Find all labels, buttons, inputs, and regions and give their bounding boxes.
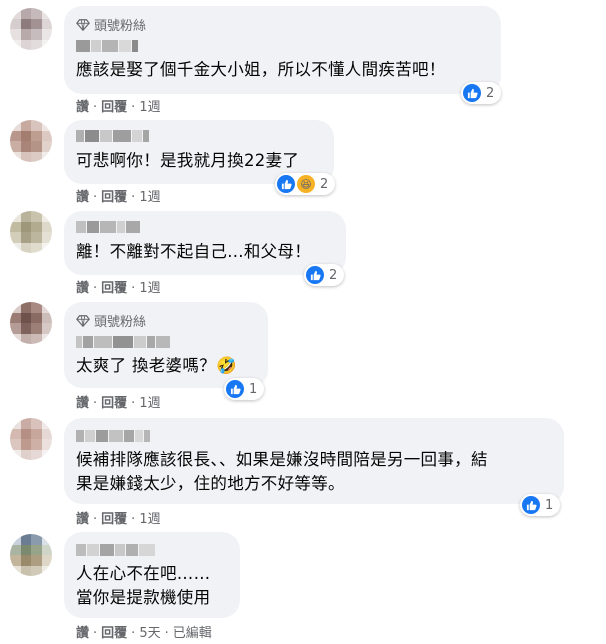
reaction-summary[interactable]: 1: [520, 494, 561, 516]
like-icon: [277, 175, 295, 193]
author-name[interactable]: [76, 430, 150, 442]
separator: ·: [164, 626, 169, 641]
reply-button[interactable]: 回覆: [101, 512, 127, 527]
separator: ·: [131, 512, 136, 527]
comment-actions: 讚 · 回覆 · 1週: [76, 392, 161, 411]
reaction-summary[interactable]: 2: [461, 82, 502, 104]
separator: ·: [131, 190, 136, 205]
separator: ·: [93, 512, 98, 527]
reply-button[interactable]: 回覆: [101, 281, 127, 296]
timestamp[interactable]: 1週: [139, 396, 160, 411]
author-name[interactable]: [76, 40, 138, 52]
comment-bubble: 人在心不在吧…… 當你是提款機使用: [64, 532, 240, 618]
haha-icon: 😆: [297, 175, 315, 193]
separator: ·: [93, 190, 98, 205]
avatar[interactable]: [10, 534, 52, 576]
comment-text-line: 候補排隊應該很長、、如果是嫌沒時間陪是另一回事，結: [76, 450, 488, 469]
comment-actions: 讚 · 回覆 · 1週: [76, 186, 161, 205]
like-button[interactable]: 讚: [76, 100, 89, 115]
comment-bubble: 頭號粉絲 太爽了 換老婆嗎？🤣: [64, 302, 268, 388]
author-name[interactable]: [76, 544, 155, 556]
author-name[interactable]: [76, 221, 140, 233]
badge-label: 頭號粉絲: [94, 315, 147, 330]
avatar[interactable]: [10, 302, 52, 344]
reaction-count: 2: [320, 176, 329, 192]
comment-text: 太爽了 換老婆嗎？🤣: [76, 356, 237, 375]
top-fan-badge: 頭號粉絲: [76, 15, 146, 34]
like-icon: [306, 266, 324, 284]
comment-actions: 讚 · 回覆 · 1週: [76, 508, 161, 527]
timestamp[interactable]: 1週: [139, 281, 160, 296]
comment-bubble: 離！不離對不起自己...和父母！: [64, 211, 346, 275]
timestamp[interactable]: 1週: [139, 100, 160, 115]
avatar[interactable]: [10, 8, 52, 50]
reply-button[interactable]: 回覆: [101, 396, 127, 411]
comment-bubble: 頭號粉絲 應該是娶了個千金大小姐，所以不懂人間疾苦吧！: [64, 6, 501, 94]
like-button[interactable]: 讚: [76, 190, 89, 205]
separator: ·: [93, 281, 98, 296]
diamond-icon: [76, 18, 90, 31]
diamond-icon: [76, 314, 90, 327]
separator: ·: [131, 100, 136, 115]
comment-text-line: 當你是提款機使用: [76, 588, 211, 607]
timestamp[interactable]: 5天: [139, 626, 160, 641]
like-icon: [226, 380, 244, 398]
separator: ·: [131, 626, 136, 641]
timestamp[interactable]: 1週: [139, 190, 160, 205]
reply-button[interactable]: 回覆: [101, 100, 127, 115]
top-fan-badge: 頭號粉絲: [76, 311, 146, 330]
like-button[interactable]: 讚: [76, 626, 89, 641]
separator: ·: [93, 396, 98, 411]
comment-text: 離！不離對不起自己...和父母！: [76, 242, 312, 261]
reaction-summary[interactable]: 😆 2: [275, 173, 336, 195]
avatar[interactable]: [10, 120, 52, 162]
author-name[interactable]: [76, 336, 170, 348]
reaction-summary[interactable]: 2: [304, 264, 345, 286]
comment-text: 應該是娶了個千金大小姐，所以不懂人間疾苦吧！: [76, 60, 446, 79]
reaction-summary[interactable]: 1: [224, 378, 265, 400]
author-name[interactable]: [76, 130, 149, 142]
separator: ·: [131, 281, 136, 296]
timestamp[interactable]: 1週: [139, 512, 160, 527]
like-button[interactable]: 讚: [76, 281, 89, 296]
reply-button[interactable]: 回覆: [101, 190, 127, 205]
avatar[interactable]: [10, 211, 52, 253]
separator: ·: [93, 100, 98, 115]
reply-button[interactable]: 回覆: [101, 626, 127, 641]
reaction-count: 2: [486, 85, 495, 101]
separator: ·: [131, 396, 136, 411]
comment-actions: 讚 · 回覆 · 5天 · 已編輯: [76, 622, 212, 641]
comment-text-line: 果是嫌錢太少，住的地方不好等等。: [76, 474, 345, 493]
comment-actions: 讚 · 回覆 · 1週: [76, 96, 161, 115]
badge-label: 頭號粉絲: [94, 19, 147, 34]
comment-bubble: 候補排隊應該很長、、如果是嫌沒時間陪是另一回事，結 果是嫌錢太少，住的地方不好等…: [64, 418, 564, 504]
comment-text: 可悲啊你！是我就月換22妻了: [76, 151, 300, 170]
like-button[interactable]: 讚: [76, 512, 89, 527]
like-button[interactable]: 讚: [76, 396, 89, 411]
edited-label[interactable]: 已編輯: [173, 626, 212, 641]
comment-actions: 讚 · 回覆 · 1週: [76, 277, 161, 296]
like-icon: [522, 496, 540, 514]
comment-text-line: 人在心不在吧……: [76, 564, 211, 583]
reaction-count: 1: [545, 497, 554, 513]
reaction-count: 1: [249, 381, 258, 397]
avatar[interactable]: [10, 418, 52, 460]
like-icon: [463, 84, 481, 102]
reaction-count: 2: [329, 267, 338, 283]
separator: ·: [93, 626, 98, 641]
